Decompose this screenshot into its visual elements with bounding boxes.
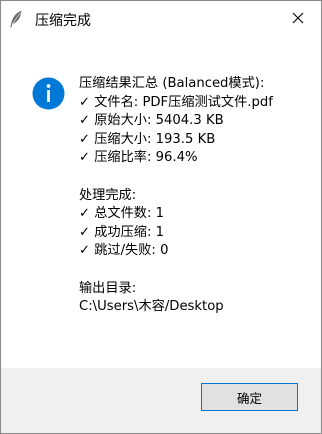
feather-icon <box>10 10 22 28</box>
close-button[interactable] <box>275 1 321 35</box>
message-dialog: 压缩完成 压缩结果汇总 (Balanced模式): ✓ 文件名: PDF压缩测试… <box>0 0 322 434</box>
output-header: 输出目录: <box>79 280 137 296</box>
processing-total-files: ✓ 总文件数: 1 <box>79 206 165 222</box>
window-title: 压缩完成 <box>35 13 91 29</box>
info-icon <box>32 77 65 110</box>
summary-filename: ✓ 文件名: PDF压缩测试文件.pdf <box>79 94 273 110</box>
processing-header: 处理完成: <box>79 187 137 203</box>
close-icon <box>292 12 304 24</box>
message-text: 压缩结果汇总 (Balanced模式): ✓ 文件名: PDF压缩测试文件.pd… <box>79 75 317 317</box>
summary-compressed-size: ✓ 压缩大小: 193.5 KB <box>79 131 216 147</box>
dialog-content: 压缩结果汇总 (Balanced模式): ✓ 文件名: PDF压缩测试文件.pd… <box>1 37 321 367</box>
button-bar: 确定 <box>1 368 321 433</box>
title-bar: 压缩完成 <box>1 1 321 37</box>
processing-skipped-failed: ✓ 跳过/失败: 0 <box>79 243 169 259</box>
summary-compression-ratio: ✓ 压缩比率: 96.4% <box>79 150 198 166</box>
processing-success-count: ✓ 成功压缩: 1 <box>79 224 165 240</box>
ok-button[interactable]: 确定 <box>201 383 298 411</box>
summary-header: 压缩结果汇总 (Balanced模式): <box>79 76 265 91</box>
output-path: C:\Users\木容/Desktop <box>79 299 224 315</box>
summary-original-size: ✓ 原始大小: 5404.3 KB <box>79 113 224 129</box>
